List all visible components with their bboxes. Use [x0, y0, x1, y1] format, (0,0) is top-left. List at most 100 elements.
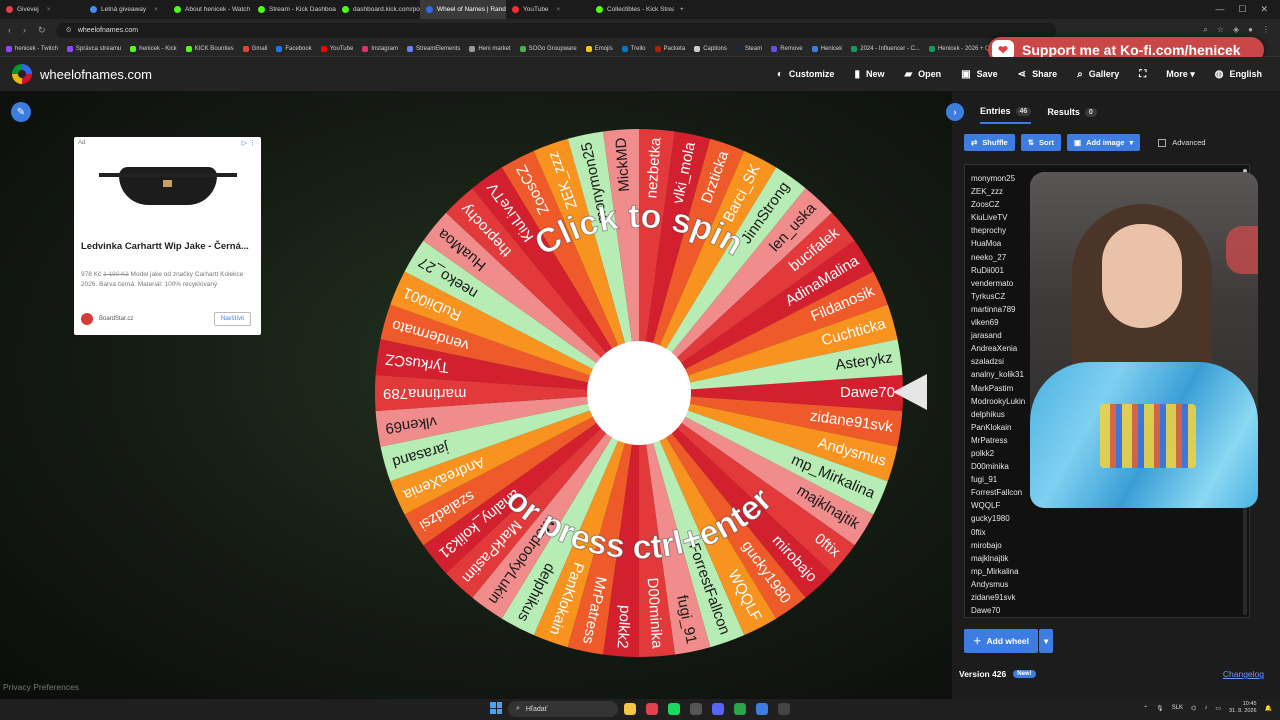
reload-icon[interactable]: ↻ [38, 25, 46, 36]
bookmark-item[interactable]: Captions [694, 45, 727, 52]
app-icon[interactable] [690, 703, 702, 715]
close-icon[interactable]: ✕ [1260, 4, 1268, 15]
volume-icon[interactable]: ♪ [1204, 705, 1207, 711]
bookmark-item[interactable]: Instagram [362, 45, 398, 52]
bookmark-item[interactable]: Gmail [242, 45, 267, 52]
entry-line[interactable]: Andysmus [971, 578, 1249, 591]
star-icon[interactable]: ☆ [1217, 25, 1224, 35]
product-image[interactable] [99, 167, 237, 205]
menu-item[interactable]: More ▾ [1166, 69, 1195, 80]
collapse-panel-button[interactable]: › [946, 103, 964, 121]
add-wheel-button[interactable]: ＋ Add wheel [964, 629, 1039, 653]
extensions-icon[interactable]: ◈ [1233, 25, 1239, 35]
entry-line[interactable]: mp_Mirkalina [971, 565, 1249, 578]
menu-item[interactable]: ◐ Customize [777, 69, 835, 80]
bookmark-item[interactable]: Facebook [276, 45, 312, 52]
bookmark-item[interactable]: KICK Bounties [185, 45, 234, 52]
bookmark-item[interactable]: StreamElements [406, 45, 460, 52]
menu-item[interactable]: ▰ Open [904, 69, 941, 80]
browser-tab[interactable]: Collectibles - Kick Stream× [590, 0, 674, 19]
clock[interactable]: 10:45 31. 8. 2026 [1229, 701, 1257, 715]
browser-tab[interactable]: Givevej × [0, 0, 84, 19]
chrome-icon[interactable] [734, 703, 746, 715]
bookmark-item[interactable]: Steam [735, 45, 762, 52]
discord-icon[interactable] [712, 703, 724, 715]
taskbar-search[interactable]: ⌕ Hľadať [508, 701, 618, 717]
mic-icon[interactable]: 🎙 [1156, 705, 1164, 712]
notes-icon[interactable] [756, 703, 768, 715]
browser-tab[interactable]: About henicek - Watch Li× [168, 0, 252, 19]
ad-title[interactable]: Ledvinka Carhartt Wip Jake - Černá... [81, 241, 256, 252]
entry-line[interactable]: gucky1980 [971, 512, 1249, 525]
forward-icon[interactable]: › [23, 25, 26, 36]
spotify-icon[interactable] [668, 703, 680, 715]
changelog-link[interactable]: Changelog [1223, 669, 1264, 679]
menu-item[interactable]: ⋖ Share [1018, 69, 1057, 80]
language-indicator[interactable]: SLK [1172, 705, 1183, 711]
site-info-icon[interactable]: ⚙ [66, 26, 72, 34]
url-field[interactable]: ⚙ wheelofnames.com [55, 22, 1056, 38]
bookmark-item[interactable]: SOGo Groupware [519, 45, 577, 52]
ad-visit-button[interactable]: Navštívit [213, 312, 251, 326]
entry-line[interactable]: zidane91svk [971, 591, 1249, 604]
ad-choices-icon[interactable]: ▷ ⋮ [242, 139, 256, 147]
bookmark-item[interactable]: YouTube [320, 45, 353, 52]
entry-line[interactable]: Dawe70 [971, 604, 1249, 617]
network-icon[interactable]: ⌬ [1191, 705, 1196, 712]
menu-item[interactable]: ▮ New [854, 69, 884, 80]
bookmark-item[interactable]: Emojis [585, 45, 613, 52]
file-explorer-icon[interactable] [624, 703, 636, 715]
bookmark-item[interactable]: 2024 - Influencer - C... [851, 45, 920, 52]
bookmark-item[interactable]: Heni market [469, 45, 511, 52]
browser-tab[interactable]: Letná giveaway × [84, 0, 168, 19]
bookmark-item[interactable]: Remove [771, 45, 803, 52]
opera-icon[interactable] [646, 703, 658, 715]
tab-close-icon[interactable]: × [557, 6, 561, 13]
bookmark-item[interactable]: henicek - Twitch [6, 45, 58, 52]
battery-icon[interactable]: ▭ [1215, 705, 1221, 712]
menu-item[interactable]: ▣ Save [961, 69, 997, 80]
add-wheel-dropdown[interactable]: ▾ [1039, 629, 1054, 653]
site-logo[interactable]: wheelofnames.com [0, 64, 152, 84]
bookmark-item[interactable]: Trello [621, 45, 646, 52]
edit-title-button[interactable]: ✎ [11, 102, 31, 122]
sort-button[interactable]: ⇅ Sort [1020, 134, 1062, 151]
browser-tab[interactable]: YouTube × [506, 0, 590, 19]
maximize-icon[interactable]: ☐ [1238, 4, 1246, 15]
shuffle-button[interactable]: ⇄ Shuffle [964, 134, 1015, 151]
minimize-icon[interactable]: — [1215, 4, 1224, 15]
bookmark-item[interactable]: Henicek - 2026 + Q... [928, 45, 995, 52]
bookmark-item[interactable]: Správca streamu [66, 45, 121, 52]
add-image-button[interactable]: ▣ Add image ▾ [1067, 134, 1141, 151]
obs-icon[interactable] [778, 703, 790, 715]
tab-entries[interactable]: Entries 46 [980, 100, 1032, 124]
bookmark-item[interactable]: Packeta [654, 45, 685, 52]
new-tab-button[interactable]: + [674, 0, 690, 19]
kebab-menu-icon[interactable]: ⋮ [1262, 25, 1270, 35]
entry-line[interactable]: mirobajo [971, 539, 1249, 552]
entry-line[interactable]: 0ftix [971, 526, 1249, 539]
back-icon[interactable]: ‹ [8, 25, 11, 36]
tab-results[interactable]: Results 0 [1047, 101, 1097, 123]
notifications-icon[interactable]: 🔔 [1265, 705, 1272, 712]
advanced-toggle[interactable]: Advanced [1158, 138, 1206, 147]
browser-tab[interactable]: dashboard.kick.com/popo× [336, 0, 420, 19]
tab-close-icon[interactable]: × [154, 6, 158, 13]
zoom-icon[interactable]: ⌕ [1203, 25, 1207, 35]
start-button[interactable] [490, 702, 502, 714]
entry-line[interactable]: majklnajtik [971, 552, 1249, 565]
menu-item[interactable]: ⛶ [1139, 69, 1146, 80]
chevron-up-icon[interactable]: ⌃ [1143, 705, 1148, 712]
advanced-checkbox[interactable] [1158, 138, 1167, 147]
tab-close-icon[interactable]: × [47, 6, 51, 13]
ad-card[interactable]: Ad ▷ ⋮ Ledvinka Carhartt Wip Jake - Čern… [74, 137, 261, 335]
bookmark-item[interactable]: Henicek [811, 45, 842, 52]
menu-item[interactable]: ⌕ Gallery [1077, 69, 1119, 80]
menu-item[interactable]: ◍ English [1215, 69, 1262, 80]
bookmark-item[interactable]: henicek - Kick [130, 45, 177, 52]
browser-tab[interactable]: Stream - Kick Dashboard× [252, 0, 336, 19]
browser-tab[interactable]: Wheel of Names | Rando× [420, 0, 506, 19]
profile-icon[interactable]: ● [1248, 25, 1253, 35]
spin-wheel[interactable]: Dawe70zidane91svkAndysmusmp_Mirkalinamaj… [373, 127, 905, 659]
privacy-preferences-link[interactable]: Privacy Preferences [3, 682, 79, 692]
